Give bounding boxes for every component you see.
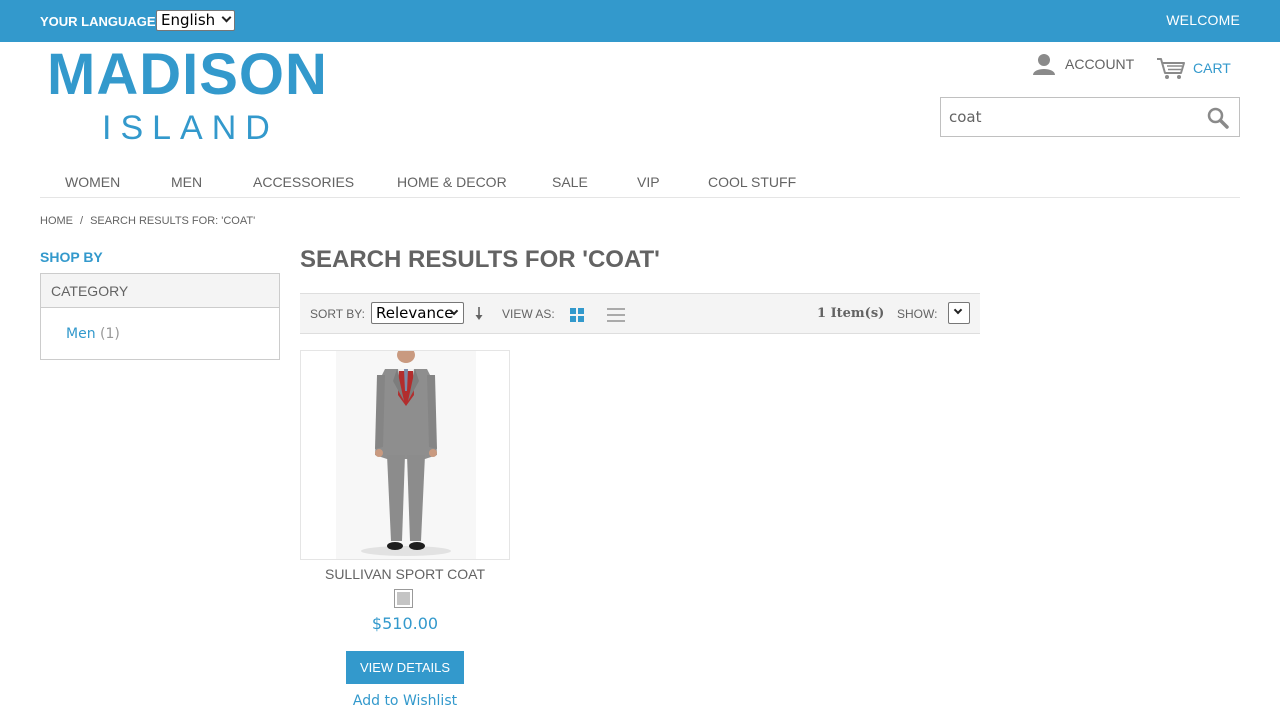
cart-link[interactable]: CART (1156, 56, 1231, 80)
product-photo (301, 351, 509, 559)
cart-label: CART (1193, 60, 1231, 76)
color-swatch[interactable] (394, 589, 413, 608)
product-price: $510.00 (371, 614, 439, 633)
category-item-count: (1) (100, 326, 120, 342)
product-image[interactable] (300, 350, 510, 560)
category-item-label[interactable]: Men (66, 326, 96, 342)
main-nav: WOMEN MEN ACCESSORIES HOME & DECOR SALE … (40, 172, 1240, 198)
view-details-button[interactable]: VIEW DETAILS (346, 651, 464, 684)
language-select[interactable]: English (156, 10, 235, 31)
search-box: coat (940, 97, 1240, 137)
category-filter: CATEGORY Men (1) (40, 273, 280, 360)
breadcrumb-home[interactable]: HOME (40, 215, 73, 227)
breadcrumb-separator: / (80, 215, 84, 227)
list-icon[interactable] (606, 306, 626, 324)
sort-selected: Relevance (376, 304, 454, 322)
page-title: SEARCH RESULTS FOR 'COAT' (300, 246, 660, 273)
grid-icon[interactable] (569, 307, 585, 323)
nav-item-cool-stuff[interactable]: COOL STUFF (708, 174, 796, 190)
show-label: SHOW: (897, 307, 938, 321)
nav-item-home-decor[interactable]: HOME & DECOR (397, 174, 507, 190)
logo-top-text: MADISON (47, 42, 328, 107)
arrow-down-icon[interactable] (474, 306, 484, 322)
logo-bottom-text: ISLAND (102, 109, 279, 147)
view-as-label: VIEW AS: (502, 307, 555, 321)
product-name[interactable]: SULLIVAN SPORT COAT (300, 566, 510, 582)
nav-item-vip[interactable]: VIP (637, 174, 660, 190)
top-bar: YOUR LANGUAGE: English WELCOME (0, 0, 1280, 42)
language-label: YOUR LANGUAGE: (40, 14, 160, 29)
nav-item-men[interactable]: MEN (171, 174, 202, 190)
account-label: ACCOUNT (1065, 56, 1135, 72)
add-to-wishlist-link[interactable]: Add to Wishlist (300, 693, 510, 709)
category-heading: CATEGORY (41, 274, 279, 308)
user-icon (1033, 54, 1055, 75)
chevron-down-icon (953, 305, 963, 315)
nav-item-sale[interactable]: SALE (552, 174, 588, 190)
show-select[interactable] (948, 302, 970, 324)
cart-icon (1157, 58, 1185, 79)
shop-by-title: SHOP BY (40, 249, 103, 265)
category-item-men[interactable]: Men (1) (66, 326, 120, 342)
swatch-color (397, 592, 410, 605)
sort-label: SORT BY: (310, 307, 365, 321)
welcome-text: WELCOME (1166, 12, 1240, 28)
chevron-down-icon (221, 12, 232, 23)
language-selected: English (161, 11, 216, 29)
search-icon[interactable] (1207, 107, 1229, 129)
breadcrumb: HOME / SEARCH RESULTS FOR: 'COAT' (40, 215, 255, 227)
search-input[interactable]: coat (949, 108, 982, 126)
nav-item-accessories[interactable]: ACCESSORIES (253, 174, 354, 190)
account-link[interactable]: ACCOUNT (1032, 53, 1134, 75)
breadcrumb-current: SEARCH RESULTS FOR: 'COAT' (90, 215, 256, 227)
item-count: 1 Item(s) (817, 306, 885, 321)
nav-item-women[interactable]: WOMEN (65, 174, 120, 190)
sort-select[interactable]: Relevance (371, 302, 464, 324)
results-toolbar: SORT BY: Relevance VIEW AS: 1 Item(s) SH… (300, 293, 980, 334)
